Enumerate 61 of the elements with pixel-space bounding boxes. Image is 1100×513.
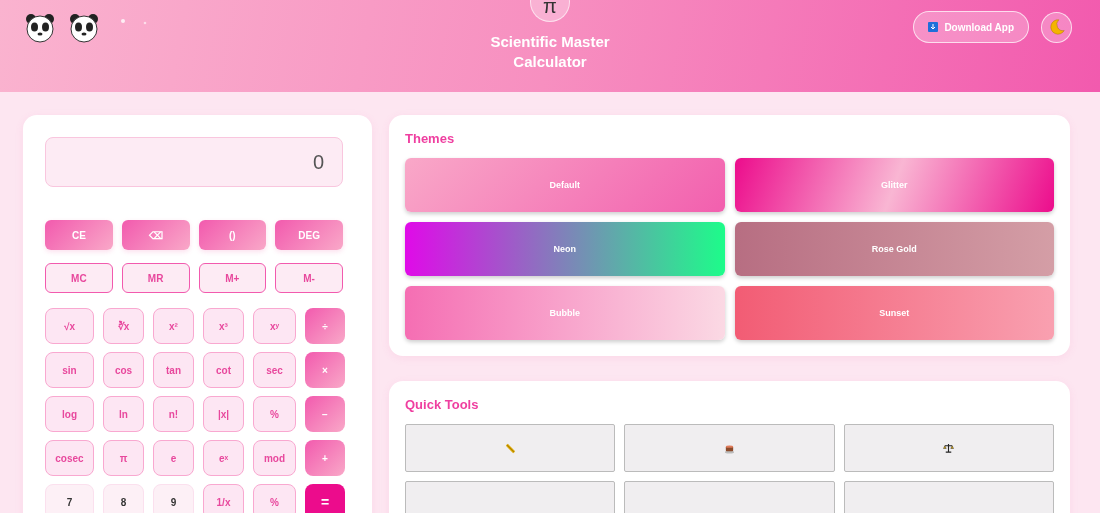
calculator-key[interactable]: ln: [103, 396, 144, 432]
theme-option[interactable]: Rose Gold: [734, 222, 1054, 276]
calculator-key[interactable]: eˣ: [203, 440, 244, 476]
tool-button[interactable]: [624, 424, 835, 472]
calculator-key[interactable]: mod: [253, 440, 296, 476]
calculator-key[interactable]: −: [305, 396, 345, 432]
calculator-key[interactable]: ∛x: [103, 308, 144, 344]
calculator-key[interactable]: x²: [153, 308, 194, 344]
theme-toggle-button[interactable]: [1041, 11, 1072, 43]
calculator-key[interactable]: |x|: [203, 396, 244, 432]
calculator-key[interactable]: ⌫: [121, 220, 190, 250]
calculator-key[interactable]: +: [305, 440, 345, 476]
calculator-key[interactable]: MC: [45, 263, 113, 293]
section-title: Quick Tools: [405, 397, 480, 412]
app-title: Scientific Master Calculator: [490, 32, 610, 72]
calculator-key[interactable]: n!: [153, 396, 194, 432]
calculator-key[interactable]: xʸ: [253, 308, 296, 344]
tool-button[interactable]: [405, 424, 616, 472]
theme-option[interactable]: Glitter: [734, 158, 1054, 212]
download-icon: [928, 22, 939, 32]
calculator-key[interactable]: ×: [305, 352, 345, 388]
theme-option[interactable]: Neon: [405, 222, 725, 276]
calculator-key[interactable]: 8: [103, 484, 144, 513]
calculator-key[interactable]: cosec: [45, 440, 94, 476]
scale-icon: [943, 442, 955, 454]
calculator-key[interactable]: CE: [45, 220, 113, 250]
panda-icon: [24, 11, 56, 43]
calculator-key[interactable]: M+: [198, 263, 267, 293]
calculator-key[interactable]: tan: [153, 352, 194, 388]
moon-icon: [1047, 18, 1066, 36]
calculator-key[interactable]: MR: [121, 263, 190, 293]
calculator-key[interactable]: sec: [253, 352, 296, 388]
calculator-key[interactable]: log: [45, 396, 94, 432]
calculator-key[interactable]: 1/x: [203, 484, 244, 513]
calculator-key[interactable]: e: [153, 440, 194, 476]
theme-option[interactable]: Bubble: [405, 286, 725, 340]
ruler-icon: [504, 442, 516, 454]
pi-logo: π: [530, 0, 570, 22]
calculator-key[interactable]: cot: [203, 352, 244, 388]
section-title: Themes: [405, 131, 456, 146]
calculator-key[interactable]: (): [198, 220, 267, 250]
panda-icon: [68, 11, 100, 43]
calculator-key[interactable]: x³: [203, 308, 244, 344]
theme-option[interactable]: Sunset: [734, 286, 1054, 340]
calculator-key[interactable]: DEG: [275, 220, 343, 250]
calculator-key[interactable]: √x: [45, 308, 94, 344]
cake-icon: [724, 442, 735, 454]
calculator-key[interactable]: %: [253, 484, 296, 513]
calculator-key[interactable]: M-: [275, 263, 343, 293]
calculator-key[interactable]: ÷: [305, 308, 345, 344]
download-button[interactable]: Download App: [913, 11, 1029, 43]
tool-button[interactable]: [843, 424, 1054, 472]
calculator-key[interactable]: 9: [153, 484, 194, 513]
calculator-key[interactable]: sin: [45, 352, 94, 388]
theme-option[interactable]: Default: [405, 158, 725, 212]
calculator-key[interactable]: %: [253, 396, 296, 432]
calculator-key[interactable]: =: [305, 484, 345, 513]
calculator-key[interactable]: cos: [103, 352, 144, 388]
calculator-key[interactable]: 7: [45, 484, 94, 513]
display-field: 0: [45, 137, 343, 187]
calculator-key[interactable]: π: [103, 440, 144, 476]
